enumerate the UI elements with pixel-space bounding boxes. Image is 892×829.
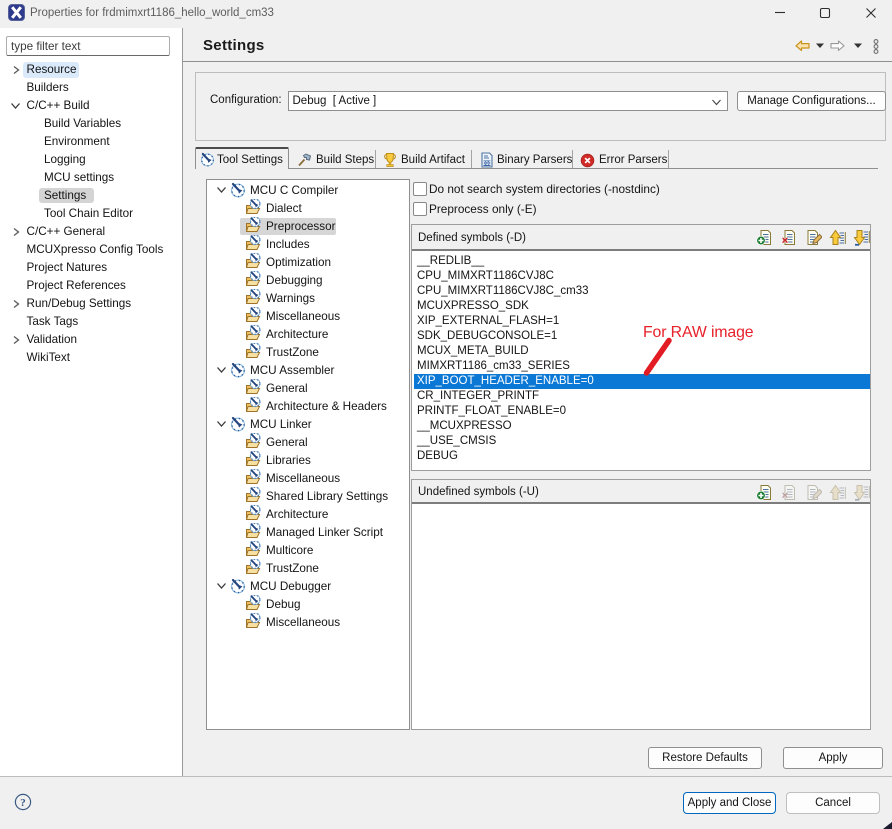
svg-text:?: ? (20, 797, 26, 809)
svg-text:010: 010 (483, 161, 492, 167)
